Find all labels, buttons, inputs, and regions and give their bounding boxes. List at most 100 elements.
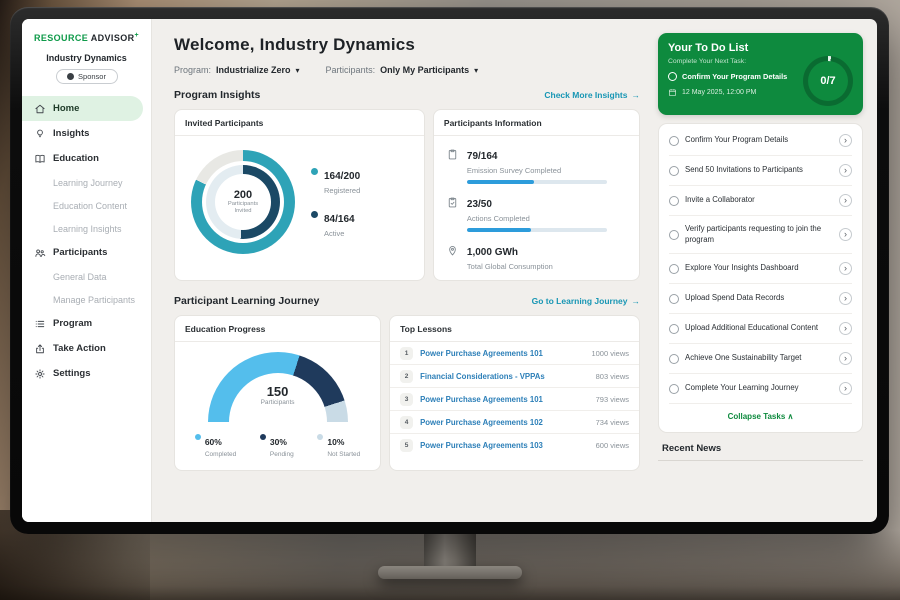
task-checkbox-icon[interactable] [669,264,679,274]
todo-task[interactable]: Achieve One Sustainability Target › [669,344,852,374]
lightbulb-icon [34,128,46,140]
donut-center-value: 200 [234,189,252,201]
invited-legend-dot [311,168,318,175]
sponsor-icon [67,73,74,80]
chevron-right-icon: › [839,382,852,395]
sidebar-item-learning-insights[interactable]: Learning Insights [22,217,151,240]
lesson-row[interactable]: 4 Power Purchase Agreements 102 734 view… [390,411,639,434]
todo-progress-value: 0/7 [820,75,835,87]
list-icon [34,318,46,330]
todo-subtitle: Complete Your Next Task: [668,58,787,65]
caret-down-icon: ▾ [296,66,300,75]
todo-task-list: Confirm Your Program Details › Send 50 I… [658,123,863,433]
gear-icon [34,368,46,380]
lesson-row[interactable]: 3 Power Purchase Agreements 101 793 view… [390,388,639,411]
chevron-right-icon: › [839,262,852,275]
top-lessons-card: Top Lessons 1 Power Purchase Agreements … [389,315,640,471]
legend-not-started: 10% Not Started [317,432,360,458]
sidebar-item-learning-journey[interactable]: Learning Journey [22,171,151,194]
home-icon [34,103,46,115]
invited-participants-card: Invited Participants 200 Participants In… [174,109,425,281]
collapse-tasks-link[interactable]: Collapse Tasks ∧ [669,404,852,430]
collapse-icon: ∧ [788,412,794,421]
task-checkbox-icon[interactable] [669,324,679,334]
participants-filter-dropdown[interactable]: Participants: Only My Participants ▾ [326,65,479,75]
chevron-right-icon: › [839,134,852,147]
task-checkbox-icon[interactable] [669,384,679,394]
people-icon [34,247,46,259]
task-checkbox-icon[interactable] [669,294,679,304]
todo-task[interactable]: Invite a Collaborator › [669,186,852,216]
insights-cards-row: Invited Participants 200 Participants In… [174,109,640,281]
lesson-row[interactable]: 1 Power Purchase Agreements 101 1000 vie… [390,342,639,365]
book-icon [34,153,46,165]
invited-legend-dot [311,211,318,218]
gauge-center-value: 150 [208,384,348,399]
legend-registered: 164/200 Registered [311,166,360,195]
task-checkbox-icon[interactable] [669,196,679,206]
todo-panel: Your To Do List Complete Your Next Task:… [652,19,877,522]
main-content: Welcome, Industry Dynamics Program: Indu… [152,19,652,522]
gauge-center-label: Participants [208,399,348,406]
checkbox-circle-icon [668,72,677,81]
todo-task[interactable]: Upload Spend Data Records › [669,284,852,314]
lesson-row[interactable]: 5 Power Purchase Agreements 103 600 view… [390,434,639,456]
go-to-learning-journey-link[interactable]: Go to Learning Journey → [532,296,640,306]
todo-task[interactable]: Verify participants requesting to join t… [669,216,852,254]
todo-summary-card: Your To Do List Complete Your Next Task:… [658,33,863,115]
task-checkbox-icon[interactable] [669,166,679,176]
clipboard-check-icon [446,196,459,209]
sidebar-item-settings[interactable]: Settings [22,361,151,386]
task-checkbox-icon[interactable] [669,136,679,146]
todo-due-date: 12 May 2025, 12:00 PM [668,88,787,97]
education-legend: 60% Completed 30% Pending [175,422,380,458]
education-gauge-chart: 150 Participants [208,352,348,422]
sponsor-badge[interactable]: Sponsor [56,69,118,84]
info-row-survey: 79/164 Emission Survey Completed [434,136,639,184]
todo-task[interactable]: Explore Your Insights Dashboard › [669,254,852,284]
org-name: Industry Dynamics [22,53,151,63]
todo-progress-ring: 0/7 [803,56,853,106]
monitor-bezel: RESOURCE ADVISOR+ Industry Dynamics Spon… [10,7,889,534]
logo-plus: + [135,32,140,39]
donut-center-label: Participants Invited [224,201,262,215]
arrow-right-icon: → [632,296,641,306]
program-filter-dropdown[interactable]: Program: Industrialize Zero ▾ [174,65,300,75]
todo-task[interactable]: Confirm Your Program Details › [669,126,852,156]
info-row-actions: 23/50 Actions Completed [434,184,639,232]
participants-information-card: Participants Information 79/164 Emission… [433,109,640,281]
task-checkbox-icon[interactable] [669,354,679,364]
chevron-right-icon: › [839,322,852,335]
sidebar-item-program[interactable]: Program [22,311,151,336]
lesson-row[interactable]: 2 Financial Considerations - VPPAs 803 v… [390,365,639,388]
sidebar-item-participants[interactable]: Participants [22,240,151,265]
sidebar-item-education-content[interactable]: Education Content [22,194,151,217]
logo-advisor: ADVISOR [91,33,135,43]
clipboard-icon [446,148,459,161]
sidebar-item-education[interactable]: Education [22,146,151,171]
caret-down-icon: ▾ [474,66,478,75]
invited-legend: 164/200 Registered 84/164 Active [311,166,360,238]
check-more-insights-link[interactable]: Check More Insights → [544,90,640,100]
chevron-right-icon: › [839,292,852,305]
todo-title: Your To Do List [668,42,787,54]
sidebar-item-general-data[interactable]: General Data [22,265,151,288]
todo-task[interactable]: Send 50 Invitations to Participants › [669,156,852,186]
arrow-right-icon: → [632,90,641,100]
recent-news-title: Recent News [658,443,863,454]
filter-bar: Program: Industrialize Zero ▾ Participan… [174,65,640,75]
todo-task[interactable]: Complete Your Learning Journey › [669,374,852,404]
recent-news-divider [658,460,863,461]
education-legend-dot [260,434,266,440]
todo-task[interactable]: Upload Additional Educational Content › [669,314,852,344]
learning-cards-row: Education Progress 150 Participants 60% [174,315,640,471]
todo-next-task[interactable]: Confirm Your Program Details [668,72,787,81]
task-checkbox-icon[interactable] [669,230,679,240]
logo-resource: RESOURCE [34,33,88,43]
sidebar-item-manage-participants[interactable]: Manage Participants [22,288,151,311]
legend-pending: 30% Pending [260,432,294,458]
education-progress-card: Education Progress 150 Participants 60% [174,315,381,471]
sidebar-item-home[interactable]: Home [22,96,143,121]
sidebar-item-insights[interactable]: Insights [22,121,151,146]
sidebar-item-take-action[interactable]: Take Action [22,336,151,361]
